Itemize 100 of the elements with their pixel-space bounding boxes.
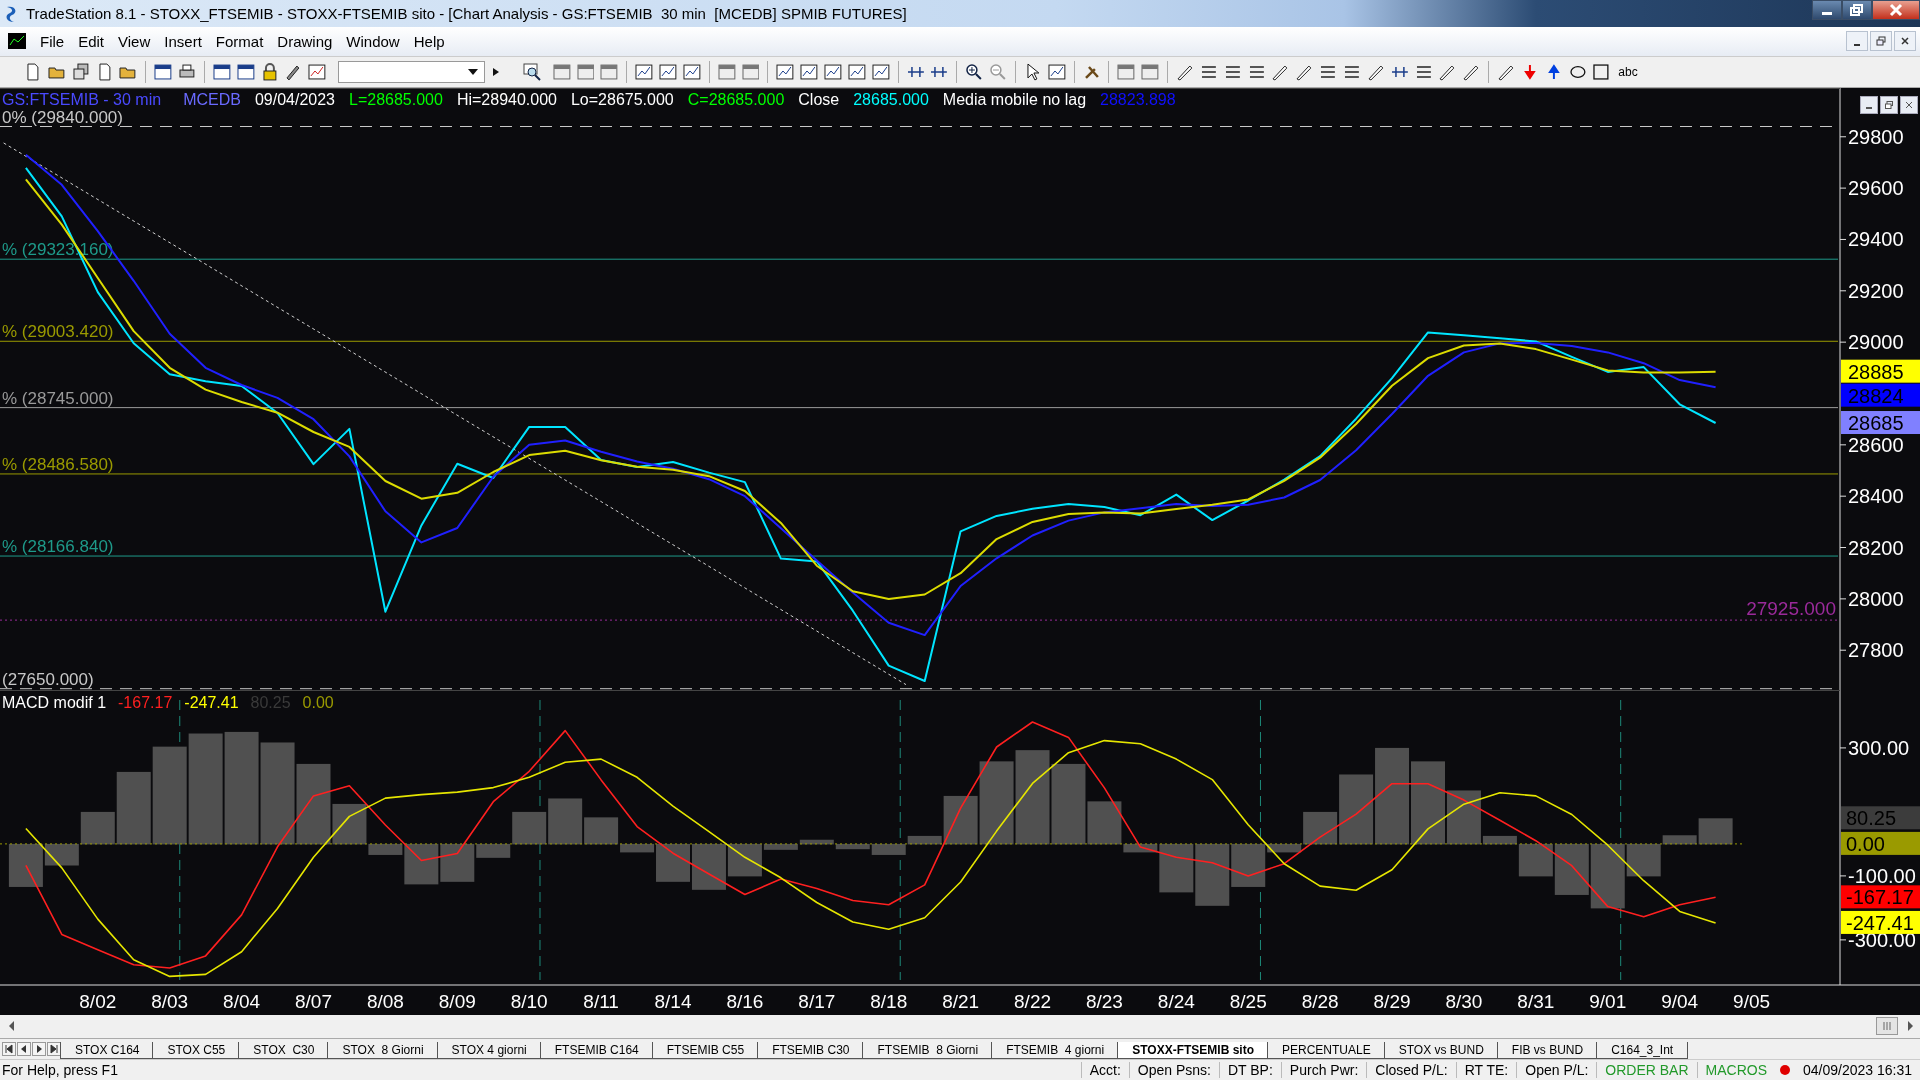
window-icon[interactable] xyxy=(236,62,255,81)
sheet-tab[interactable]: STOX C30 xyxy=(238,1041,330,1059)
account-field: Closed P/L: xyxy=(1366,1061,1456,1078)
zoom-in-icon[interactable] xyxy=(965,62,984,81)
sheet-tab[interactable]: STOX 4 giorni xyxy=(436,1041,542,1059)
left-arrow-icon[interactable] xyxy=(8,1021,16,1032)
chart-icon[interactable] xyxy=(871,62,890,81)
sheet-tab[interactable]: FIB vs BUND xyxy=(1496,1041,1599,1059)
date-label: 9/01 xyxy=(1589,990,1627,1012)
chart-icon[interactable] xyxy=(800,62,819,81)
date-label: 8/30 xyxy=(1445,990,1483,1012)
minimize-button[interactable] xyxy=(1860,95,1878,114)
scroll-thumb-icon[interactable] xyxy=(1876,1017,1898,1036)
restore-button[interactable] xyxy=(1880,95,1898,114)
minimize-button[interactable] xyxy=(1846,31,1868,52)
price-axis-label: 28400 xyxy=(1839,484,1904,507)
menu-item[interactable]: Window xyxy=(340,32,408,50)
menu-item[interactable]: Help xyxy=(407,32,453,50)
stacked-windows-icon[interactable] xyxy=(71,62,90,81)
close-button[interactable] xyxy=(1900,95,1918,114)
indicator-value: -167.17 xyxy=(118,693,173,712)
date-label: 8/08 xyxy=(366,990,404,1012)
window-icon[interactable] xyxy=(154,62,173,81)
date-label: 8/24 xyxy=(1157,990,1195,1012)
sheet-tab[interactable]: FTSEMIB 4 giorni xyxy=(991,1041,1120,1059)
caret-icon xyxy=(467,68,478,75)
close-button[interactable] xyxy=(1894,31,1916,52)
sheet-tab[interactable]: FTSEMIB C55 xyxy=(651,1041,760,1059)
date-label: 8/14 xyxy=(654,990,692,1012)
printer-icon[interactable] xyxy=(178,62,196,81)
menu-item[interactable]: View xyxy=(112,32,159,50)
symbol-dropdown[interactable] xyxy=(338,60,485,83)
restore-button[interactable] xyxy=(1842,0,1872,20)
account-field: Acct: xyxy=(1080,1061,1129,1078)
window-title: TradeStation 8.1 - STOXX_FTSEMIB - STOXX-FTSEMIB sito - [Chart Analysis - GS:FTSEMIB 30 min [MCEDB] SPMIB FUTURES] xyxy=(26,5,907,23)
macd-badge: -167.17 xyxy=(1841,885,1920,908)
chart-header-text: 28685.000 xyxy=(853,90,929,109)
chart-icon[interactable] xyxy=(824,62,842,81)
search-icon[interactable] xyxy=(522,62,541,81)
menu-item[interactable]: Edit xyxy=(72,32,113,50)
chart-icon[interactable] xyxy=(847,62,866,81)
menu-item[interactable]: Drawing xyxy=(271,32,341,50)
document-icon[interactable] xyxy=(24,62,42,81)
restore-icon xyxy=(1885,100,1893,109)
sheet-tab[interactable]: STOX 8 Giorni xyxy=(327,1041,439,1059)
last-tab-icon[interactable] xyxy=(47,1041,61,1056)
chart-icon[interactable] xyxy=(308,62,327,81)
macd-axis-label: -100.00 xyxy=(1839,864,1916,887)
sheet-tab[interactable]: FTSEMIB 8 Giorni xyxy=(862,1041,994,1059)
right-arrow-icon[interactable] xyxy=(1906,1021,1914,1032)
retracement-label: (27650.000) xyxy=(2,669,94,689)
sheet-tab[interactable]: FTSEMIB C30 xyxy=(757,1041,865,1059)
minimize-icon xyxy=(1822,12,1832,15)
lock-icon[interactable] xyxy=(260,62,279,81)
menu-item[interactable]: Format xyxy=(209,32,272,50)
date-time: 04/09/2023 16:31 xyxy=(1802,1061,1913,1078)
date-label: 8/03 xyxy=(151,990,189,1012)
price-axis-label: 28200 xyxy=(1839,536,1904,559)
sheet-tab[interactable]: STOX vs BUND xyxy=(1383,1041,1499,1059)
retracement-label: 0% (29840.000) xyxy=(2,107,123,127)
close-icon xyxy=(1905,100,1913,109)
chart-header-text: Hi=28940.000 xyxy=(456,90,557,109)
menu-item[interactable]: Insert xyxy=(158,32,210,50)
window-icon[interactable] xyxy=(212,62,231,81)
sheet-tab[interactable]: C164_3_Int xyxy=(1596,1041,1689,1059)
price-axis-label: 29200 xyxy=(1839,279,1904,302)
zoom-out-icon[interactable] xyxy=(989,62,1007,81)
chart-icon[interactable] xyxy=(659,62,677,81)
chart-icon[interactable] xyxy=(776,62,795,81)
chart-header-text: C=28685.000 xyxy=(687,90,785,109)
macd-badge: 80.25 xyxy=(1841,806,1920,829)
date-label: 9/05 xyxy=(1733,990,1771,1012)
rectangle-icon[interactable] xyxy=(1592,62,1611,81)
date-label: 8/25 xyxy=(1229,990,1267,1012)
chart-icon[interactable] xyxy=(682,62,701,81)
retracement-label: % (28745.000) xyxy=(2,388,114,408)
minimize-button[interactable] xyxy=(1812,0,1842,20)
sheet-tab[interactable]: STOX C55 xyxy=(152,1041,241,1059)
date-label: 8/21 xyxy=(942,990,980,1012)
price-axis-label: 29400 xyxy=(1839,228,1904,251)
restore-icon xyxy=(1850,4,1864,16)
first-tab-icon[interactable] xyxy=(2,1041,16,1056)
date-label: 8/29 xyxy=(1373,990,1411,1012)
date-label: 8/09 xyxy=(438,990,476,1012)
previous-tab-icon[interactable] xyxy=(17,1041,31,1056)
menu-item[interactable]: File xyxy=(34,32,73,50)
close-button[interactable] xyxy=(1872,0,1920,20)
text-tool-button[interactable]: abc xyxy=(1616,64,1640,79)
next-tab-icon[interactable] xyxy=(32,1041,46,1056)
sheet-tab[interactable]: STOXX-FTSEMIB sito xyxy=(1117,1041,1269,1059)
chart-header-text: Close xyxy=(798,90,840,109)
sheet-tab[interactable]: FTSEMIB C164 xyxy=(539,1041,654,1059)
sheet-tab[interactable]: STOX C164 xyxy=(60,1041,155,1059)
chart-header-text: Lo=28675.000 xyxy=(570,90,674,109)
chart-icon[interactable] xyxy=(635,62,654,81)
date-label: 8/16 xyxy=(726,990,764,1012)
minimize-icon xyxy=(1866,107,1872,110)
sheet-tab[interactable]: PERCENTUALE xyxy=(1267,1041,1386,1059)
chart-icon[interactable] xyxy=(1047,62,1066,81)
retracement-label: % (28166.840) xyxy=(2,536,114,556)
